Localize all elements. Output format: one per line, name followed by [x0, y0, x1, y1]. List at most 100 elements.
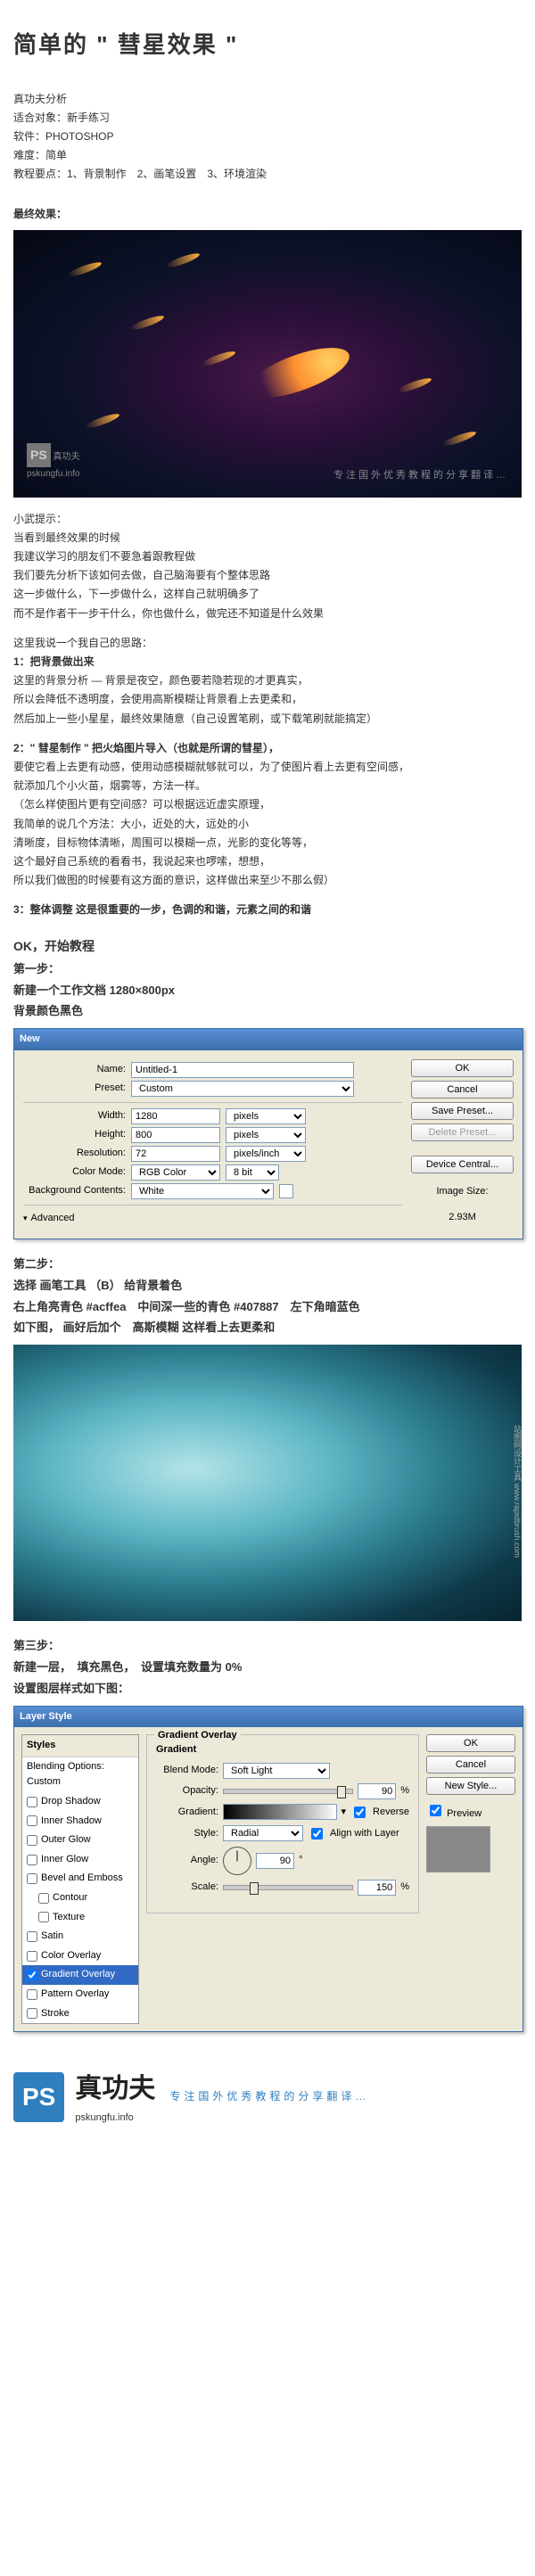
color-mode-select[interactable]: RGB Color	[131, 1165, 220, 1181]
style-item[interactable]: Pattern Overlay	[22, 1985, 138, 2004]
ps-badge-icon: PS	[13, 2072, 64, 2123]
new-document-dialog: New Name: Preset: Custom Width: pixels H…	[13, 1028, 523, 1239]
style-checkbox[interactable]	[27, 1931, 37, 1942]
new-style-button[interactable]: New Style...	[426, 1777, 515, 1795]
style-item[interactable]: Inner Glow	[22, 1850, 138, 1870]
style-label: Style:	[156, 1826, 218, 1842]
style-item[interactable]: Drop Shadow	[22, 1792, 138, 1812]
style-select[interactable]: Radial	[223, 1825, 303, 1841]
gradient-swatch[interactable]	[223, 1804, 337, 1820]
pct-label: %	[400, 1783, 409, 1799]
opacity-label: Opacity:	[156, 1783, 218, 1799]
style-checkbox[interactable]	[27, 1855, 37, 1865]
meta-line: 真功夫分析	[13, 91, 522, 108]
resolution-unit-select[interactable]: pixels/inch	[226, 1146, 306, 1162]
advanced-toggle[interactable]: ▾ Advanced	[23, 1211, 402, 1227]
meta-line: 教程要点：1、背景制作 2、画笔设置 3、环境渲染	[13, 166, 522, 183]
text-line: 然后加上一些小星星，最终效果随意（自己设置笔刷，或下载笔刷就能搞定）	[13, 711, 522, 728]
watermark: PS 真功夫 pskungfu.info	[27, 443, 80, 481]
opacity-input[interactable]	[358, 1783, 396, 1799]
opacity-slider[interactable]	[223, 1789, 353, 1794]
color-bits-select[interactable]: 8 bit	[226, 1165, 279, 1181]
blend-mode-label: Blend Mode:	[156, 1763, 218, 1779]
height-unit-select[interactable]: pixels	[226, 1127, 306, 1143]
reverse-checkbox[interactable]	[354, 1806, 366, 1818]
style-checkbox[interactable]	[27, 1815, 37, 1826]
style-item-label: Contour	[53, 1890, 87, 1906]
text-line: 要使它看上去更有动感，使用动感模糊就够就可以，为了使图片看上去更有空间感，	[13, 759, 522, 776]
ok-button[interactable]: OK	[426, 1734, 515, 1752]
style-checkbox[interactable]	[27, 1873, 37, 1884]
style-checkbox[interactable]	[27, 1797, 37, 1807]
style-item[interactable]: Satin	[22, 1927, 138, 1946]
bg-select[interactable]: White	[131, 1183, 274, 1199]
text-line: 所以会降低不透明度，会使用高斯模糊让背景看上去更柔和，	[13, 691, 522, 708]
ok-button[interactable]: OK	[411, 1059, 514, 1077]
deg-label: °	[299, 1853, 302, 1869]
style-checkbox[interactable]	[27, 1989, 37, 2000]
width-unit-select[interactable]: pixels	[226, 1108, 306, 1124]
text-line: 这个最好自己系统的看看书，我说起来也啰嗦，想想，	[13, 853, 522, 870]
bg-label: Background Contents:	[23, 1183, 131, 1199]
blend-mode-select[interactable]: Soft Light	[223, 1763, 330, 1779]
save-preset-button[interactable]: Save Preset...	[411, 1102, 514, 1120]
style-checkbox[interactable]	[38, 1912, 49, 1922]
style-item[interactable]: Stroke	[22, 2004, 138, 2024]
preview-checkbox[interactable]	[430, 1805, 441, 1816]
style-checkbox[interactable]	[27, 2008, 37, 2019]
watermark-url: pskungfu.info	[27, 469, 80, 479]
style-checkbox[interactable]	[27, 1835, 37, 1846]
style-item-label: Outer Glow	[41, 1832, 91, 1848]
image-size-value: 2.93M	[411, 1210, 514, 1226]
angle-input[interactable]	[256, 1853, 294, 1869]
preset-label: Preset:	[23, 1081, 131, 1097]
style-item[interactable]: Texture	[22, 1908, 138, 1928]
cancel-button[interactable]: Cancel	[426, 1756, 515, 1774]
preset-select[interactable]: Custom	[131, 1081, 354, 1097]
image-size-label: Image Size:	[411, 1184, 514, 1200]
style-checkbox[interactable]	[38, 1893, 49, 1904]
step3-line: 新建一层， 填充黑色， 设置填充数量为 0%	[13, 1658, 522, 1677]
text-line: 我建议学习的朋友们不要急着跟教程做	[13, 548, 522, 565]
step2-heading: 第二步：	[13, 1255, 522, 1274]
style-item-label: Drop Shadow	[41, 1794, 101, 1810]
style-item-label: Stroke	[41, 2006, 70, 2022]
style-item[interactable]: Bevel and Emboss	[22, 1869, 138, 1889]
gradient-label: Gradient:	[156, 1805, 218, 1821]
style-item[interactable]: Blending Options: Custom	[22, 1757, 138, 1792]
angle-dial[interactable]	[223, 1847, 251, 1875]
align-checkbox[interactable]	[311, 1828, 323, 1839]
text-line: 而不是作者干一步干什么，你也做什么，做完还不知道是什么效果	[13, 605, 522, 622]
delete-preset-button[interactable]: Delete Preset...	[411, 1123, 514, 1141]
step2-line: 右上角亮青色 #acffea 中间深一些的青色 #407887 左下角暗蓝色	[13, 1298, 522, 1317]
panel-subtitle: Gradient	[156, 1742, 409, 1758]
resolution-label: Resolution:	[23, 1146, 131, 1162]
reverse-label: Reverse	[373, 1805, 409, 1821]
style-checkbox[interactable]	[27, 1970, 37, 1980]
style-item[interactable]: Color Overlay	[22, 1946, 138, 1966]
name-input[interactable]	[131, 1062, 354, 1078]
cancel-button[interactable]: Cancel	[411, 1081, 514, 1099]
style-checkbox[interactable]	[27, 1951, 37, 1962]
footer-logo: PS 真功夫 pskungfu.info 专注国外优秀教程的分享翻译…	[13, 2068, 522, 2127]
scale-slider[interactable]	[223, 1885, 353, 1890]
style-item-label: Gradient Overlay	[41, 1967, 115, 1983]
dropdown-icon[interactable]: ▾	[342, 1805, 347, 1821]
scale-input[interactable]	[358, 1880, 396, 1896]
device-central-button[interactable]: Device Central...	[411, 1156, 514, 1173]
style-item[interactable]: Gradient Overlay	[22, 1965, 138, 1985]
meta-line: 难度：简单	[13, 147, 522, 164]
style-item[interactable]: Inner Shadow	[22, 1812, 138, 1831]
width-input[interactable]	[131, 1108, 220, 1124]
preview-label: Preview	[426, 1808, 482, 1819]
chevron-down-icon: ▾	[23, 1212, 28, 1224]
watermark-brand: 真功夫	[53, 452, 79, 462]
text-line: 就添加几个小火苗，烟雾等，方法一样。	[13, 778, 522, 794]
resolution-input[interactable]	[131, 1146, 220, 1162]
text-line: （怎么样使图片更有空间感？可以根据远近虚实原理，	[13, 796, 522, 813]
style-item[interactable]: Contour	[22, 1889, 138, 1908]
style-item[interactable]: Outer Glow	[22, 1831, 138, 1850]
final-effect-image: PS 真功夫 pskungfu.info 专注国外优秀教程的分享翻译…	[13, 230, 522, 498]
height-input[interactable]	[131, 1127, 220, 1143]
meta-line: 软件：PHOTOSHOP	[13, 128, 522, 145]
